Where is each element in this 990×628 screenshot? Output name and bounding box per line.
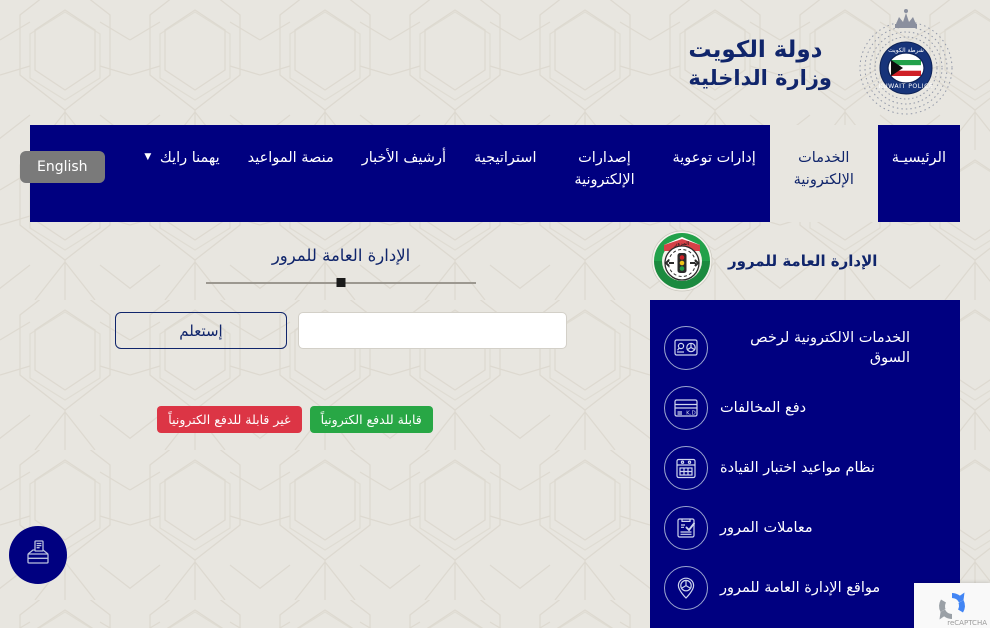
nav-label: يهمنا رايك [159, 150, 220, 166]
nav-item-home[interactable]: الرئيسيـة [878, 125, 960, 222]
sidebar-item-locations[interactable]: مواقع الإدارة العامة للمرور [660, 558, 950, 618]
pay-fines-card-icon: K.D [664, 386, 708, 430]
chevron-down-icon: ▼ [144, 152, 152, 163]
ministry-name: وزارة الداخلية [688, 66, 832, 91]
feedback-suggestion-button[interactable] [9, 526, 67, 584]
nav-item-awareness[interactable]: إدارات توعوية [659, 125, 770, 222]
nav-label: الرئيسيـة [891, 150, 946, 166]
nav-label: إصدارات الإلكترونية [574, 150, 635, 189]
sidebar-item-driving-test-appointments[interactable]: نظام مواعيد اختبار القيادة [660, 438, 950, 498]
location-pin-icon [664, 566, 708, 610]
nav-label: الخدمات الإلكترونية [793, 150, 854, 189]
clipboard-check-icon [664, 506, 708, 550]
divider-dot [336, 278, 346, 287]
driving-license-search-icon [664, 326, 708, 370]
sidebar-item-label: دفع المخالفات [720, 399, 807, 416]
nav-label: استراتيجية [473, 150, 537, 166]
svg-text:K.D: K.D [686, 410, 696, 416]
sidebar-item-label: نظام مواعيد اختبار القيادة [720, 459, 875, 476]
department-header: المرور الإدارة العامة للمرور [650, 222, 960, 300]
search-input[interactable] [298, 312, 567, 349]
payment-legend: قابلة للدفع الكترونياً غير قابلة للدفع ا… [157, 406, 433, 433]
kuwait-police-emblem: شرطة الكويت KUWAIT POLICE [859, 9, 953, 115]
sidebar-item-label: الخدمات الالكترونية لرخص السوق [750, 329, 910, 366]
sidebar-item-license-eservices[interactable]: الخدمات الالكترونية لرخص السوق [660, 318, 950, 378]
page-title: الإدارة العامة للمرور [271, 246, 411, 265]
sidebar-item-label: مواقع الإدارة العامة للمرور [720, 579, 881, 596]
sidebar-item-label: معاملات المرور [720, 519, 813, 536]
suggestion-box-icon [22, 537, 54, 573]
nav-label: إدارات توعوية [672, 150, 756, 166]
recaptcha-label: reCAPTCHA [947, 619, 987, 627]
header-titles: دولة الكويت وزارة الداخلية [688, 36, 832, 92]
department-name: الإدارة العامة للمرور [728, 252, 878, 270]
nav-label: أرشيف الأخبار [361, 150, 446, 166]
nav-label: منصة المواعيد [247, 150, 334, 166]
nav-item-your-opinion[interactable]: يهمنا رايك ▼ [130, 125, 233, 222]
services-sidebar: المرور الإدارة العامة للمرور الخدمات الا… [650, 222, 960, 628]
recaptcha-badge[interactable]: reCAPTCHA [914, 583, 990, 628]
calendar-icon [664, 446, 708, 490]
legend-nonpayable-badge[interactable]: غير قابلة للدفع الكترونياً [157, 406, 302, 433]
sidebar-item-pay-fines[interactable]: K.D دفع المخالفات [660, 378, 950, 438]
sidebar-item-traffic-transactions[interactable]: معاملات المرور [660, 498, 950, 558]
legend-payable-badge[interactable]: قابلة للدفع الكترونياً [309, 406, 433, 433]
traffic-department-logo: المرور [651, 230, 713, 292]
sidebar-panel: الخدمات الالكترونية لرخص السوق K.D دفع ا… [650, 300, 960, 628]
query-button[interactable]: إستعلم [115, 312, 287, 349]
nav-item-publications[interactable]: إصدارات الإلكترونية [551, 125, 659, 222]
query-form: إستعلم [115, 312, 567, 349]
svg-text:المرور: المرور [674, 241, 690, 247]
title-divider [206, 276, 476, 290]
main-panel: الإدارة العامة للمرور إستعلم قابلة للدفع… [30, 222, 650, 628]
nav-item-eservices[interactable]: الخدمات الإلكترونية [769, 125, 878, 222]
header-brand: شرطة الكويت KUWAIT POLICE دولة الكويت وز… [688, 8, 962, 120]
language-toggle-button[interactable]: English [20, 151, 105, 183]
site-header: شرطة الكويت KUWAIT POLICE دولة الكويت وز… [0, 0, 990, 125]
svg-text:شرطة الكويت: شرطة الكويت [888, 47, 924, 54]
country-name: دولة الكويت [688, 36, 823, 63]
nav-item-appointments[interactable]: منصة المواعيد [234, 125, 348, 222]
svg-text:KUWAIT POLICE: KUWAIT POLICE [879, 83, 934, 90]
nav-item-strategy[interactable]: استراتيجية [460, 125, 551, 222]
nav-item-news-archive[interactable]: أرشيف الأخبار [348, 125, 460, 222]
content-area: المرور الإدارة العامة للمرور الخدمات الا… [30, 222, 960, 628]
main-navigation: الرئيسيـة الخدمات الإلكترونية إدارات توع… [20, 125, 960, 222]
